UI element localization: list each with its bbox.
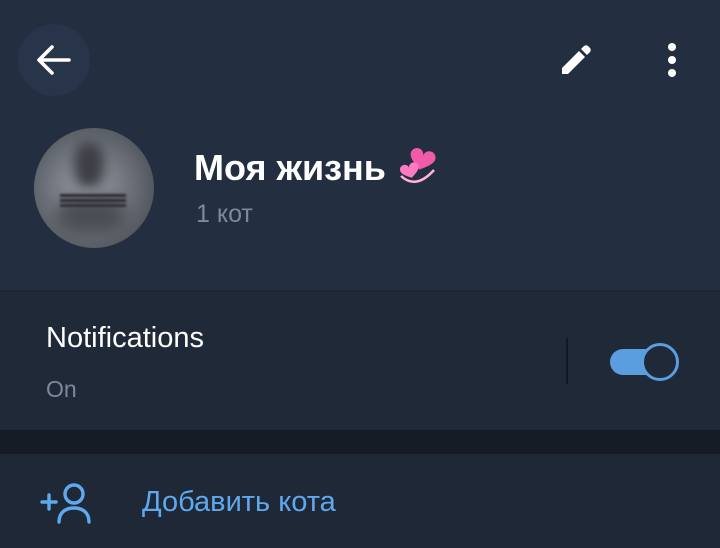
notifications-row[interactable]: Notifications On: [0, 292, 720, 430]
chat-title: Моя жизнь: [194, 146, 440, 190]
member-count: 1 кот: [196, 200, 253, 228]
section-divider: [0, 430, 720, 454]
avatar[interactable]: [34, 128, 154, 248]
add-member-label[interactable]: Добавить кота: [142, 486, 336, 519]
revolving-hearts-emoji-icon: [396, 146, 440, 190]
arrow-left-icon: [37, 45, 71, 75]
add-user-icon: [40, 483, 91, 524]
add-member-row[interactable]: [0, 454, 720, 548]
notifications-label: Notifications: [46, 322, 204, 354]
avatar-photo-text-lines: [60, 194, 126, 197]
notifications-toggle[interactable]: [610, 343, 679, 381]
toggle-knob: [641, 343, 679, 381]
pencil-icon: [562, 45, 591, 74]
avatar-photo-shape: [74, 142, 104, 188]
more-vertical-icon: [668, 43, 676, 77]
more-options-button[interactable]: [646, 32, 698, 88]
notifications-status: On: [46, 376, 77, 402]
back-button[interactable]: [18, 24, 90, 96]
row-divider: [566, 338, 568, 384]
avatar-photo-shape: [56, 198, 126, 234]
edit-button[interactable]: [548, 32, 604, 88]
profile-header: Моя жизнь 1 кот: [0, 0, 720, 290]
chat-title-text: Моя жизнь: [194, 147, 386, 188]
